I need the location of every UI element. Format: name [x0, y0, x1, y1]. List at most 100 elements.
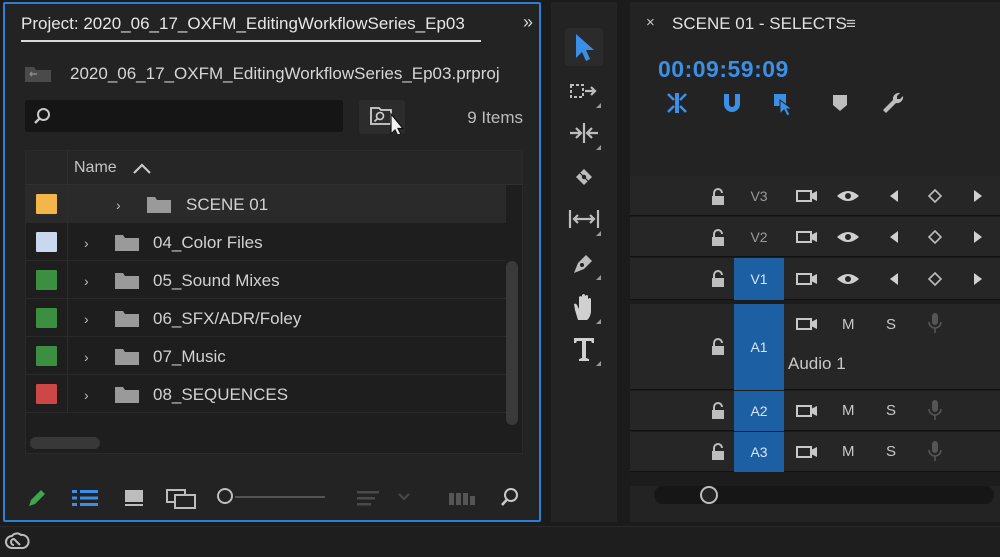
expand-chevron-icon[interactable]: › — [84, 273, 89, 289]
track-select-tool[interactable] — [565, 72, 603, 110]
list-item[interactable]: › 06_SFX/ADR/Foley — [26, 299, 506, 337]
label-color-swatch[interactable] — [36, 308, 57, 328]
expand-chevron-icon[interactable]: › — [84, 235, 89, 251]
label-column-header[interactable] — [26, 151, 68, 185]
find-icon[interactable] — [499, 486, 521, 508]
insert-nest-icon[interactable] — [664, 90, 690, 116]
track-target-a2[interactable]: A2 — [734, 391, 784, 431]
list-view-icon[interactable] — [71, 488, 99, 508]
list-item[interactable]: › 08_SEQUENCES — [26, 375, 506, 413]
sort-ascending-icon[interactable] — [132, 163, 152, 175]
add-keyframe-icon[interactable] — [928, 272, 942, 286]
timeline-zoom-handle[interactable] — [700, 486, 718, 504]
microphone-icon[interactable] — [928, 399, 942, 421]
mute-button[interactable]: M — [842, 443, 855, 460]
expand-chevron-icon[interactable]: › — [84, 311, 89, 327]
sequence-tab-title[interactable]: SCENE 01 - SELECTS — [672, 14, 847, 34]
expand-chevron-icon[interactable]: › — [84, 387, 89, 403]
label-color-swatch[interactable] — [36, 346, 57, 366]
next-keyframe-icon[interactable] — [972, 189, 984, 203]
panel-menu-icon[interactable]: ≡ — [846, 14, 856, 34]
horizontal-scrollbar[interactable] — [30, 437, 100, 449]
playhead-timecode[interactable]: 00:09:59:09 — [658, 56, 789, 83]
previous-keyframe-icon[interactable] — [888, 272, 900, 286]
mute-button[interactable]: M — [842, 316, 855, 333]
next-keyframe-icon[interactable] — [972, 272, 984, 286]
tool-flyout-indicator — [596, 231, 601, 236]
zoom-slider-handle[interactable] — [217, 488, 233, 504]
label-color-swatch[interactable] — [36, 232, 57, 252]
eye-icon[interactable] — [836, 230, 860, 244]
previous-keyframe-icon[interactable] — [888, 230, 900, 244]
list-item[interactable]: › 04_Color Files — [26, 223, 506, 261]
expand-chevron-icon[interactable]: › — [84, 349, 89, 365]
sync-lock-icon[interactable] — [796, 271, 818, 287]
solo-button[interactable]: S — [886, 443, 896, 460]
pencil-icon[interactable] — [25, 486, 49, 510]
name-column-header[interactable]: Name — [74, 159, 117, 177]
sort-icons-icon[interactable] — [355, 488, 383, 508]
label-color-swatch[interactable] — [36, 194, 57, 214]
freeform-view-icon[interactable] — [165, 488, 199, 510]
search-input[interactable] — [25, 100, 343, 132]
panel-overflow-menu-icon[interactable]: » — [523, 12, 533, 33]
track-header-v2: V2 — [630, 217, 1000, 257]
razor-tool[interactable] — [565, 158, 603, 196]
previous-keyframe-icon[interactable] — [888, 189, 900, 203]
sync-lock-icon[interactable] — [796, 316, 818, 332]
list-item[interactable]: › SCENE 01 — [26, 185, 506, 223]
sync-lock-icon[interactable] — [796, 188, 818, 204]
add-keyframe-icon[interactable] — [928, 189, 942, 203]
pen-tool[interactable] — [565, 244, 603, 282]
active-tab-underline — [21, 40, 481, 42]
linked-selection-icon[interactable] — [770, 90, 798, 116]
hand-tool[interactable] — [565, 288, 603, 326]
expand-chevron-icon[interactable]: › — [116, 197, 121, 213]
solo-button[interactable]: S — [886, 402, 896, 419]
microphone-icon[interactable] — [928, 312, 942, 334]
chevron-down-icon[interactable] — [397, 492, 411, 502]
add-keyframe-icon[interactable] — [928, 230, 942, 244]
next-keyframe-icon[interactable] — [972, 230, 984, 244]
slip-tool[interactable] — [565, 200, 603, 238]
lock-icon[interactable] — [710, 270, 726, 288]
solo-button[interactable]: S — [886, 316, 896, 333]
project-bin-icon[interactable] — [23, 62, 53, 84]
eye-icon[interactable] — [836, 272, 860, 286]
eye-icon[interactable] — [836, 189, 860, 203]
track-target-v3[interactable]: V3 — [734, 188, 784, 204]
list-item[interactable]: › 05_Sound Mixes — [26, 261, 506, 299]
vertical-scrollbar[interactable] — [506, 261, 518, 425]
mute-button[interactable]: M — [842, 402, 855, 419]
lock-icon[interactable] — [710, 402, 726, 420]
list-item[interactable]: › 07_Music — [26, 337, 506, 375]
label-color-swatch[interactable] — [36, 384, 57, 404]
track-target-v2[interactable]: V2 — [734, 229, 784, 245]
lock-icon[interactable] — [710, 229, 726, 247]
lock-icon[interactable] — [710, 338, 726, 356]
icon-view-icon[interactable] — [123, 488, 145, 508]
track-target-a3[interactable]: A3 — [734, 432, 784, 472]
selection-tool[interactable] — [565, 28, 603, 66]
lock-icon[interactable] — [710, 188, 726, 206]
type-tool[interactable] — [565, 330, 603, 368]
microphone-icon[interactable] — [928, 440, 942, 462]
find-button[interactable] — [359, 100, 405, 137]
snap-magnet-icon[interactable] — [720, 90, 744, 116]
ripple-edit-tool[interactable] — [565, 114, 603, 152]
zoom-slider[interactable] — [235, 496, 325, 498]
project-panel-tab[interactable]: Project: 2020_06_17_OXFM_EditingWorkflow… — [21, 14, 465, 34]
creative-cloud-icon[interactable] — [4, 531, 30, 553]
lock-icon[interactable] — [710, 443, 726, 461]
sync-lock-icon[interactable] — [796, 403, 818, 419]
automate-to-sequence-icon[interactable] — [447, 488, 477, 508]
close-tab-icon[interactable]: × — [646, 14, 655, 31]
sync-lock-icon[interactable] — [796, 229, 818, 245]
add-marker-icon[interactable] — [830, 92, 850, 114]
track-target-v1[interactable]: V1 — [734, 258, 784, 300]
sync-lock-icon[interactable] — [796, 444, 818, 460]
label-color-swatch[interactable] — [36, 270, 57, 290]
track-target-a1[interactable]: A1 — [734, 304, 784, 390]
wrench-icon[interactable] — [880, 90, 906, 116]
audio-track-name[interactable]: Audio 1 — [788, 354, 846, 374]
